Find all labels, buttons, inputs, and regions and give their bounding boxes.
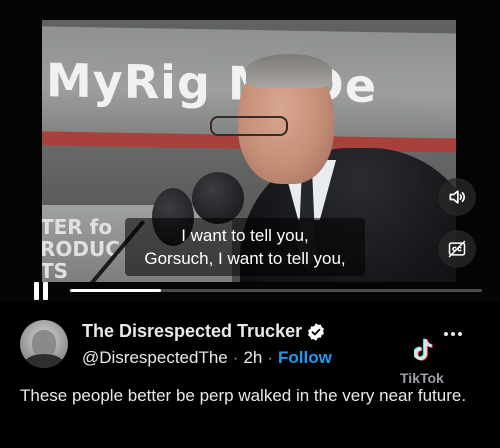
author-meta-row: @DisrespectedThe · 2h · Follow	[82, 348, 332, 368]
volume-button[interactable]	[438, 178, 476, 216]
author-name-row: The Disrespected Trucker	[82, 321, 326, 342]
speaker-icon	[449, 190, 465, 204]
caption-line: I want to tell you,	[181, 226, 309, 245]
pause-icon	[43, 282, 48, 300]
speaker-glasses	[210, 116, 288, 136]
video-progress-bar[interactable]	[70, 289, 482, 292]
video-player[interactable]: MyRig MyDe TER fo RODUC TS I want to tel…	[0, 0, 500, 302]
more-options-button[interactable]	[444, 332, 464, 338]
pause-icon	[34, 282, 39, 300]
closed-captions-icon	[448, 240, 466, 258]
caption-line: Gorsuch, I want to tell you,	[144, 249, 346, 268]
avatar[interactable]	[20, 320, 68, 368]
post-time[interactable]: 2h	[243, 348, 262, 368]
captions-button[interactable]	[438, 230, 476, 268]
microphone	[192, 172, 244, 224]
separator: ·	[267, 348, 274, 367]
speaker-hair	[246, 54, 332, 88]
author-display-name[interactable]: The Disrespected Trucker	[82, 321, 302, 342]
author-handle[interactable]: @DisrespectedThe	[82, 348, 228, 368]
more-icon	[444, 332, 448, 336]
follow-button[interactable]: Follow	[278, 348, 332, 368]
pause-button[interactable]	[34, 282, 52, 300]
post-text: These people better be perp walked in th…	[20, 386, 467, 405]
video-progress-fill	[70, 289, 161, 292]
tiktok-logo-icon	[414, 338, 433, 361]
verified-badge-icon	[308, 322, 325, 341]
separator: ·	[232, 348, 239, 367]
post: The Disrespected Trucker @DisrespectedTh…	[0, 302, 500, 448]
video-caption: I want to tell you, Gorsuch, I want to t…	[125, 218, 365, 276]
lower-banner-text: TER fo RODUC TS	[42, 215, 120, 282]
